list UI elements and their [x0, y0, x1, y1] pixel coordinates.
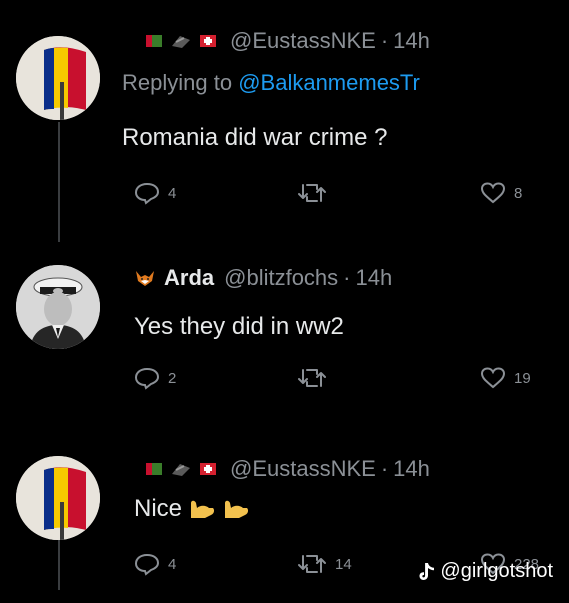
- timestamp[interactable]: 14h: [393, 28, 430, 54]
- reply-mention-link[interactable]: @BalkanmemesTr: [238, 70, 420, 95]
- author-handle[interactable]: @EustassNKE: [230, 456, 376, 482]
- tweet-header: @EustassNKE · 14h: [146, 28, 430, 54]
- tiktok-watermark: @girlgotshot: [418, 560, 553, 583]
- reply-prefix: Replying to: [122, 70, 233, 95]
- flag-group: [146, 460, 216, 478]
- author-handle[interactable]: @EustassNKE: [230, 28, 376, 54]
- flag-icon: [172, 36, 190, 48]
- naval-officer-avatar-icon: [16, 265, 100, 349]
- flag-icon: [200, 35, 216, 47]
- tweet-header: @EustassNKE · 14h: [146, 456, 430, 482]
- reply-count: 2: [168, 369, 177, 387]
- tweet[interactable]: Arda @blitzfochs · 14h Yes they did in w…: [0, 240, 569, 430]
- flag-group: [146, 32, 216, 50]
- retweet-button[interactable]: [297, 366, 335, 390]
- timestamp[interactable]: 14h: [393, 456, 430, 482]
- retweet-button[interactable]: [297, 181, 335, 205]
- reply-button[interactable]: 4: [134, 552, 176, 576]
- heart-icon: [480, 182, 506, 204]
- like-count: 8: [514, 184, 523, 202]
- avatar[interactable]: [16, 265, 100, 349]
- fox-emoji-icon: [136, 271, 154, 286]
- tiktok-logo-icon: [419, 562, 435, 580]
- avatar[interactable]: [16, 456, 100, 540]
- reply-icon: [134, 182, 160, 205]
- avatar[interactable]: [16, 36, 100, 120]
- author-handle[interactable]: @blitzfochs: [224, 265, 338, 291]
- flexed-biceps-icon: [225, 500, 249, 518]
- like-button[interactable]: 19: [480, 366, 531, 390]
- separator-dot: ·: [343, 265, 351, 290]
- romania-flag-avatar-icon: [16, 456, 100, 540]
- tweet-text: Romania did war crime ?: [122, 124, 388, 151]
- reply-count: 4: [168, 555, 177, 573]
- retweet-button[interactable]: 14: [297, 552, 352, 576]
- tweet[interactable]: @EustassNKE · 14h Replying to @Balkanmem…: [0, 0, 569, 230]
- flag-icon: [146, 35, 162, 47]
- like-count: 19: [514, 369, 531, 387]
- retweet-icon: [298, 555, 326, 573]
- reply-icon: [134, 553, 160, 576]
- flag-icon: [146, 463, 162, 475]
- tweet-text: Yes they did in ww2: [134, 313, 344, 340]
- reply-icon: [134, 367, 160, 390]
- watermark-text: @girlgotshot: [440, 560, 553, 582]
- separator-dot: ·: [380, 28, 389, 53]
- retweet-count: 14: [335, 555, 352, 573]
- like-button[interactable]: 8: [480, 181, 522, 205]
- reply-count: 4: [168, 184, 177, 202]
- separator-dot: ·: [380, 456, 389, 481]
- flexed-biceps-icon: [191, 500, 215, 518]
- author-display-name[interactable]: Arda: [164, 265, 214, 291]
- tweet-text: Nice: [134, 495, 250, 523]
- retweet-icon: [298, 369, 326, 387]
- tweet-text-content: Nice: [134, 495, 183, 522]
- reply-context: Replying to @BalkanmemesTr: [122, 70, 420, 96]
- tweet-header: Arda @blitzfochs · 14h: [134, 265, 392, 291]
- timestamp[interactable]: 14h: [356, 265, 393, 291]
- flag-icon: [200, 463, 216, 475]
- reply-button[interactable]: 2: [134, 366, 176, 390]
- heart-icon: [480, 367, 506, 389]
- flag-icon: [172, 464, 190, 476]
- reply-button[interactable]: 4: [134, 181, 176, 205]
- retweet-icon: [298, 184, 326, 202]
- romania-flag-avatar-icon: [16, 36, 100, 120]
